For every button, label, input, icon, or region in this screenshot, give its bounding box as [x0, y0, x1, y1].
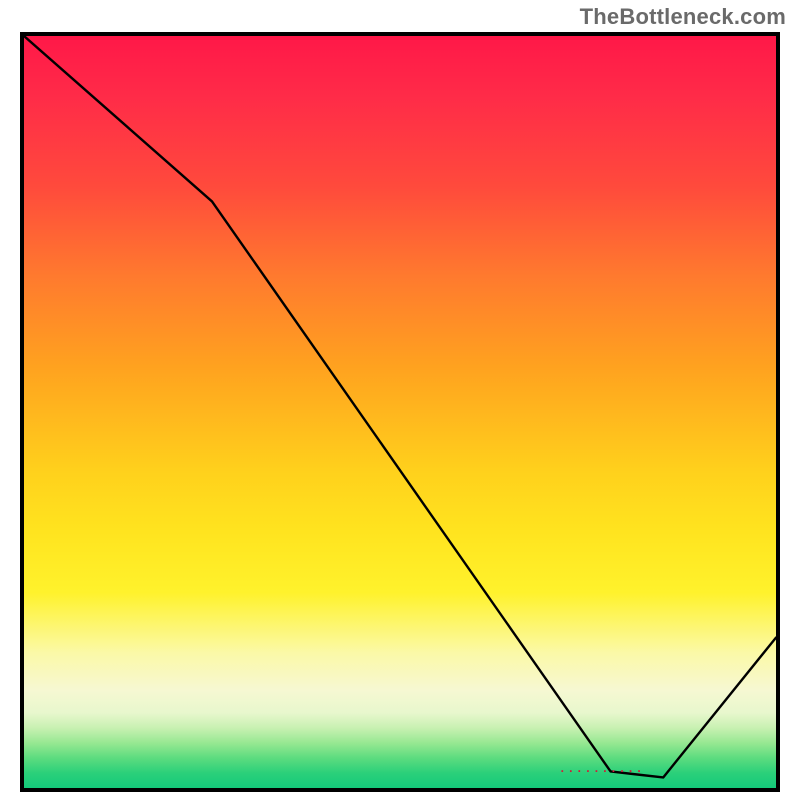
chart-stage: TheBottleneck.com · · · · · · · · · ·: [0, 0, 800, 800]
plot-frame: · · · · · · · · · ·: [20, 32, 780, 792]
line-curve: [24, 36, 776, 788]
watermark-text: TheBottleneck.com: [580, 4, 786, 30]
minimum-marker-label: · · · · · · · · · ·: [561, 764, 642, 778]
